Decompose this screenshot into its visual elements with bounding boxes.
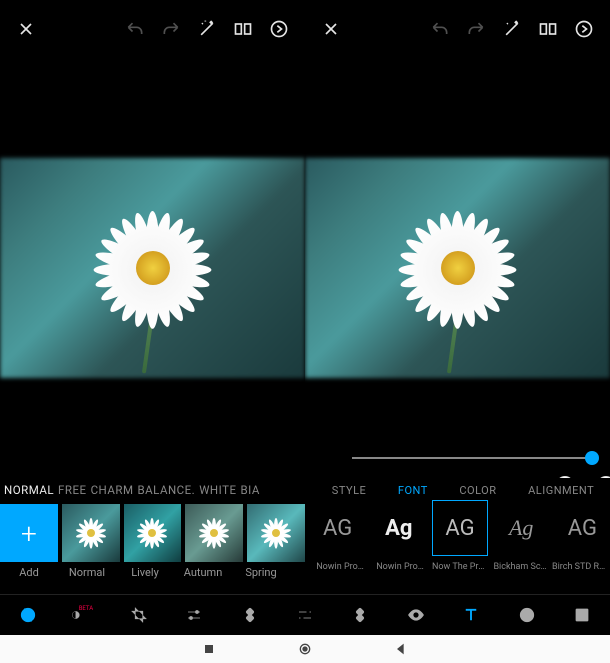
close-icon[interactable] xyxy=(313,11,349,47)
tab-style[interactable]: STYLE xyxy=(332,484,366,497)
bottom-tool-bar: BETA xyxy=(0,594,610,634)
canvas-area: Aran ✎ × ⟲ ⤡ xyxy=(0,58,610,478)
filter-label: Autumn xyxy=(174,566,232,586)
heal-tool-icon[interactable] xyxy=(238,603,262,627)
canvas-right[interactable]: Aran ✎ × ⟲ ⤡ xyxy=(305,58,610,478)
filter-label: Spring xyxy=(232,566,290,586)
add-filter-button[interactable]: + xyxy=(0,504,58,562)
text-tool-icon[interactable] xyxy=(459,603,483,627)
nav-back-icon[interactable] xyxy=(393,641,409,657)
font-strip: AG Ag AG Ag AG xyxy=(310,500,610,560)
apply-icon[interactable] xyxy=(261,11,297,47)
android-nav-bar xyxy=(0,635,610,663)
filter-thumb-normal[interactable] xyxy=(62,504,120,562)
filter-cat-free[interactable]: FREE xyxy=(58,483,87,497)
magic-wand-icon[interactable] xyxy=(189,11,225,47)
font-labels: Nowin Pro… Nowin Pro… Now The Pro Is Bic… xyxy=(310,562,610,582)
filter-category-tabs: NORMAL FREE CHARM BALANCE. WHITE BIA xyxy=(0,478,305,502)
filter-thumb-autumn[interactable] xyxy=(185,504,243,562)
compare-icon[interactable] xyxy=(530,11,566,47)
filter-cat-more[interactable]: BIA xyxy=(241,483,260,497)
font-sample[interactable]: Ag xyxy=(494,500,549,556)
tab-alignment[interactable]: ALIGNMENT xyxy=(528,484,594,497)
history-tool-icon[interactable] xyxy=(515,603,539,627)
filter-thumb-lively[interactable] xyxy=(124,504,182,562)
contrast-tool-icon[interactable]: BETA xyxy=(71,603,95,627)
nav-home-icon[interactable] xyxy=(297,641,313,657)
right-toolbar xyxy=(305,0,610,58)
slider-thumb[interactable] xyxy=(585,451,599,465)
filter-labels: Add Normal Lively Autumn Spring xyxy=(0,566,305,586)
redo-icon[interactable] xyxy=(458,11,494,47)
font-name: Bickham Sc… xyxy=(490,562,550,582)
font-name: Nowin Pro… xyxy=(310,562,370,582)
compare-icon[interactable] xyxy=(225,11,261,47)
apply-icon[interactable] xyxy=(566,11,602,47)
nav-recent-icon[interactable] xyxy=(201,641,217,657)
redo-icon[interactable] xyxy=(153,11,189,47)
font-sample[interactable]: AG xyxy=(555,500,610,556)
filter-label: Normal xyxy=(58,566,116,586)
filter-cat-charm[interactable]: CHARM xyxy=(91,483,134,497)
filter-thumb-spring[interactable] xyxy=(247,504,305,562)
tab-color[interactable]: COLOR xyxy=(459,484,496,497)
filter-cat-white[interactable]: WHITE xyxy=(199,483,236,497)
filter-cat-normal[interactable]: NORMAL xyxy=(4,483,54,497)
font-name: Now The Pro Is xyxy=(430,562,490,582)
font-sample-selected[interactable]: AG xyxy=(432,500,487,556)
levels-tool-icon[interactable] xyxy=(293,603,317,627)
magic-wand-icon[interactable] xyxy=(494,11,530,47)
text-property-tabs: STYLE FONT COLOR ALIGNMENT xyxy=(316,478,610,502)
crop-tool-icon[interactable] xyxy=(127,603,151,627)
undo-icon[interactable] xyxy=(422,11,458,47)
beta-badge: BETA xyxy=(79,605,93,612)
aperture-tool-icon[interactable] xyxy=(16,603,40,627)
intensity-slider[interactable] xyxy=(352,448,592,468)
patch-tool-icon[interactable] xyxy=(348,603,372,627)
font-sample[interactable]: Ag xyxy=(371,500,426,556)
font-sample[interactable]: AG xyxy=(310,500,365,556)
close-icon[interactable] xyxy=(8,11,44,47)
font-name: Nowin Pro… xyxy=(370,562,430,582)
adjust-tool-icon[interactable] xyxy=(182,603,206,627)
collage-tool-icon[interactable] xyxy=(570,603,594,627)
tab-font[interactable]: FONT xyxy=(398,484,428,497)
filter-label: Lively xyxy=(116,566,174,586)
undo-icon[interactable] xyxy=(117,11,153,47)
visibility-tool-icon[interactable] xyxy=(404,603,428,627)
font-name: Birch STD Re… xyxy=(550,562,610,582)
filter-cat-balance[interactable]: BALANCE. xyxy=(137,483,195,497)
filter-label: Add xyxy=(0,566,58,586)
left-toolbar xyxy=(0,0,305,58)
canvas-left[interactable] xyxy=(0,58,305,478)
